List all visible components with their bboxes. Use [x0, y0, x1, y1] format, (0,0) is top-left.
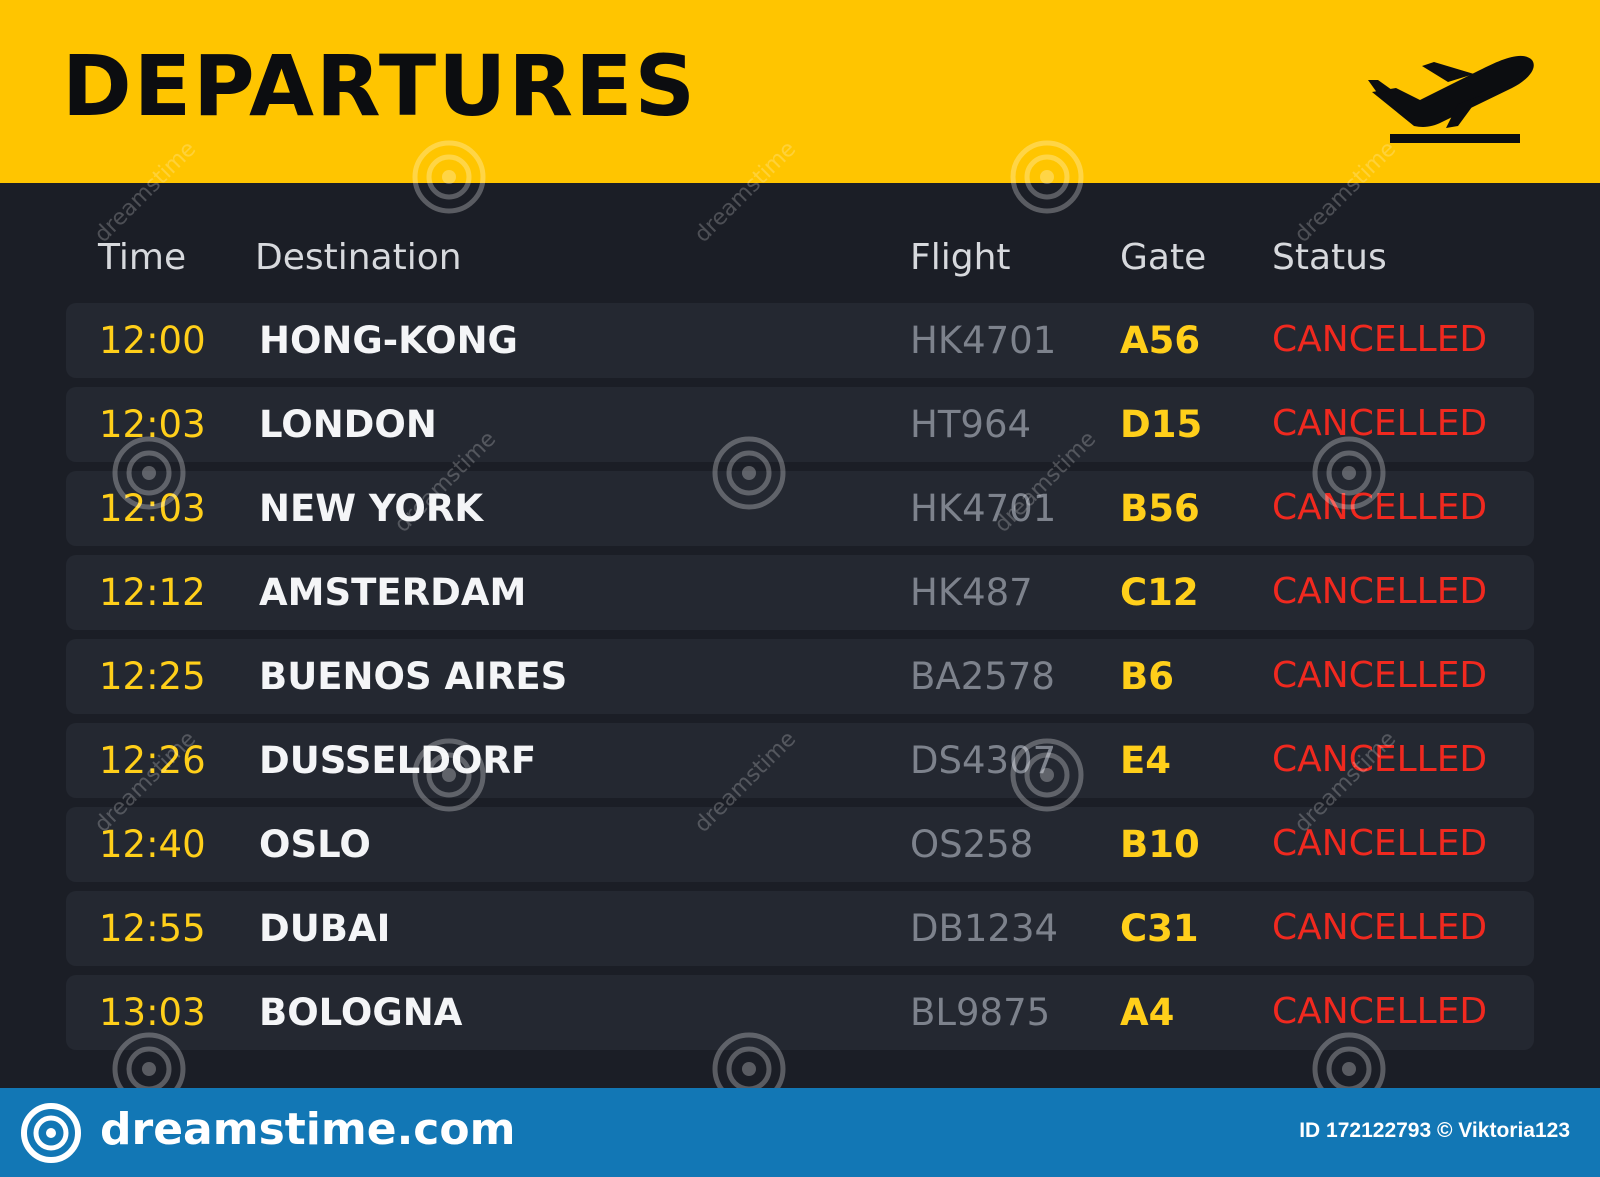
- airplane-departure-icon: [1368, 55, 1534, 143]
- flight-status: CANCELLED: [1272, 991, 1488, 1032]
- flight-number: DS4307: [910, 739, 1057, 782]
- flight-gate: D15: [1120, 403, 1203, 446]
- flight-number: HK4701: [910, 487, 1057, 530]
- departures-board: DEPARTURES Time Destination Flight Gate …: [0, 0, 1600, 1177]
- column-header-flight: Flight: [910, 237, 1011, 278]
- flight-number: HK487: [910, 571, 1033, 614]
- flight-status: CANCELLED: [1272, 655, 1488, 696]
- flight-destination: DUSSELDORF: [259, 739, 537, 782]
- flight-gate: B6: [1120, 655, 1174, 698]
- flight-row: 12:55 DUBAI DB1234 C31 CANCELLED: [66, 891, 1534, 966]
- column-header-gate: Gate: [1120, 237, 1207, 278]
- column-header-destination: Destination: [255, 237, 462, 278]
- flight-gate: C12: [1120, 571, 1199, 614]
- flight-list: 12:00 HONG-KONG HK4701 A56 CANCELLED 12:…: [66, 303, 1534, 1059]
- flight-row: 12:03 LONDON HT964 D15 CANCELLED: [66, 387, 1534, 462]
- flight-destination: AMSTERDAM: [259, 571, 527, 614]
- flight-time: 12:03: [99, 487, 206, 530]
- column-header-status: Status: [1272, 237, 1387, 278]
- flight-destination: BUENOS AIRES: [259, 655, 568, 698]
- flight-status: CANCELLED: [1272, 739, 1488, 780]
- flight-destination: BOLOGNA: [259, 991, 463, 1034]
- flight-gate: C31: [1120, 907, 1199, 950]
- flight-status: CANCELLED: [1272, 319, 1488, 360]
- flight-gate: E4: [1120, 739, 1172, 782]
- flight-time: 12:55: [99, 907, 206, 950]
- flight-row: 12:25 BUENOS AIRES BA2578 B6 CANCELLED: [66, 639, 1534, 714]
- flight-gate: A4: [1120, 991, 1175, 1034]
- flight-time: 12:25: [99, 655, 206, 698]
- flight-destination: NEW YORK: [259, 487, 484, 530]
- flight-destination: HONG-KONG: [259, 319, 518, 362]
- footer-bar: dreamstime.com ID 172122793 © Viktoria12…: [0, 1088, 1600, 1177]
- flight-row: 12:00 HONG-KONG HK4701 A56 CANCELLED: [66, 303, 1534, 378]
- flight-number: BA2578: [910, 655, 1055, 698]
- flight-status: CANCELLED: [1272, 823, 1488, 864]
- flight-time: 12:12: [99, 571, 206, 614]
- flight-gate: B56: [1120, 487, 1200, 530]
- image-id-credit: ID 172122793 © Viktoria123: [1299, 1119, 1570, 1142]
- flight-destination: OSLO: [259, 823, 371, 866]
- flight-time: 13:03: [99, 991, 206, 1034]
- flight-number: HK4701: [910, 319, 1057, 362]
- board-title: DEPARTURES: [62, 37, 697, 135]
- flight-status: CANCELLED: [1272, 403, 1488, 444]
- flight-destination: DUBAI: [259, 907, 391, 950]
- flight-time: 12:26: [99, 739, 206, 782]
- flight-destination: LONDON: [259, 403, 437, 446]
- flight-row: 12:03 NEW YORK HK4701 B56 CANCELLED: [66, 471, 1534, 546]
- flight-status: CANCELLED: [1272, 487, 1488, 528]
- dreamstime-logo-text: dreamstime.com: [100, 1104, 516, 1155]
- flight-row: 12:40 OSLO OS258 B10 CANCELLED: [66, 807, 1534, 882]
- flight-gate: A56: [1120, 319, 1201, 362]
- flight-number: BL9875: [910, 991, 1051, 1034]
- flight-number: DB1234: [910, 907, 1059, 950]
- dreamstime-logo-icon: [21, 1103, 81, 1163]
- board-header: DEPARTURES: [0, 0, 1600, 183]
- flight-status: CANCELLED: [1272, 571, 1488, 612]
- flight-time: 12:00: [99, 319, 206, 362]
- column-header-time: Time: [98, 237, 187, 278]
- flight-status: CANCELLED: [1272, 907, 1488, 948]
- flight-time: 12:03: [99, 403, 206, 446]
- flight-row: 12:12 AMSTERDAM HK487 C12 CANCELLED: [66, 555, 1534, 630]
- flight-row: 12:26 DUSSELDORF DS4307 E4 CANCELLED: [66, 723, 1534, 798]
- flight-time: 12:40: [99, 823, 206, 866]
- flight-gate: B10: [1120, 823, 1200, 866]
- flight-number: OS258: [910, 823, 1034, 866]
- flight-row: 13:03 BOLOGNA BL9875 A4 CANCELLED: [66, 975, 1534, 1050]
- flight-number: HT964: [910, 403, 1032, 446]
